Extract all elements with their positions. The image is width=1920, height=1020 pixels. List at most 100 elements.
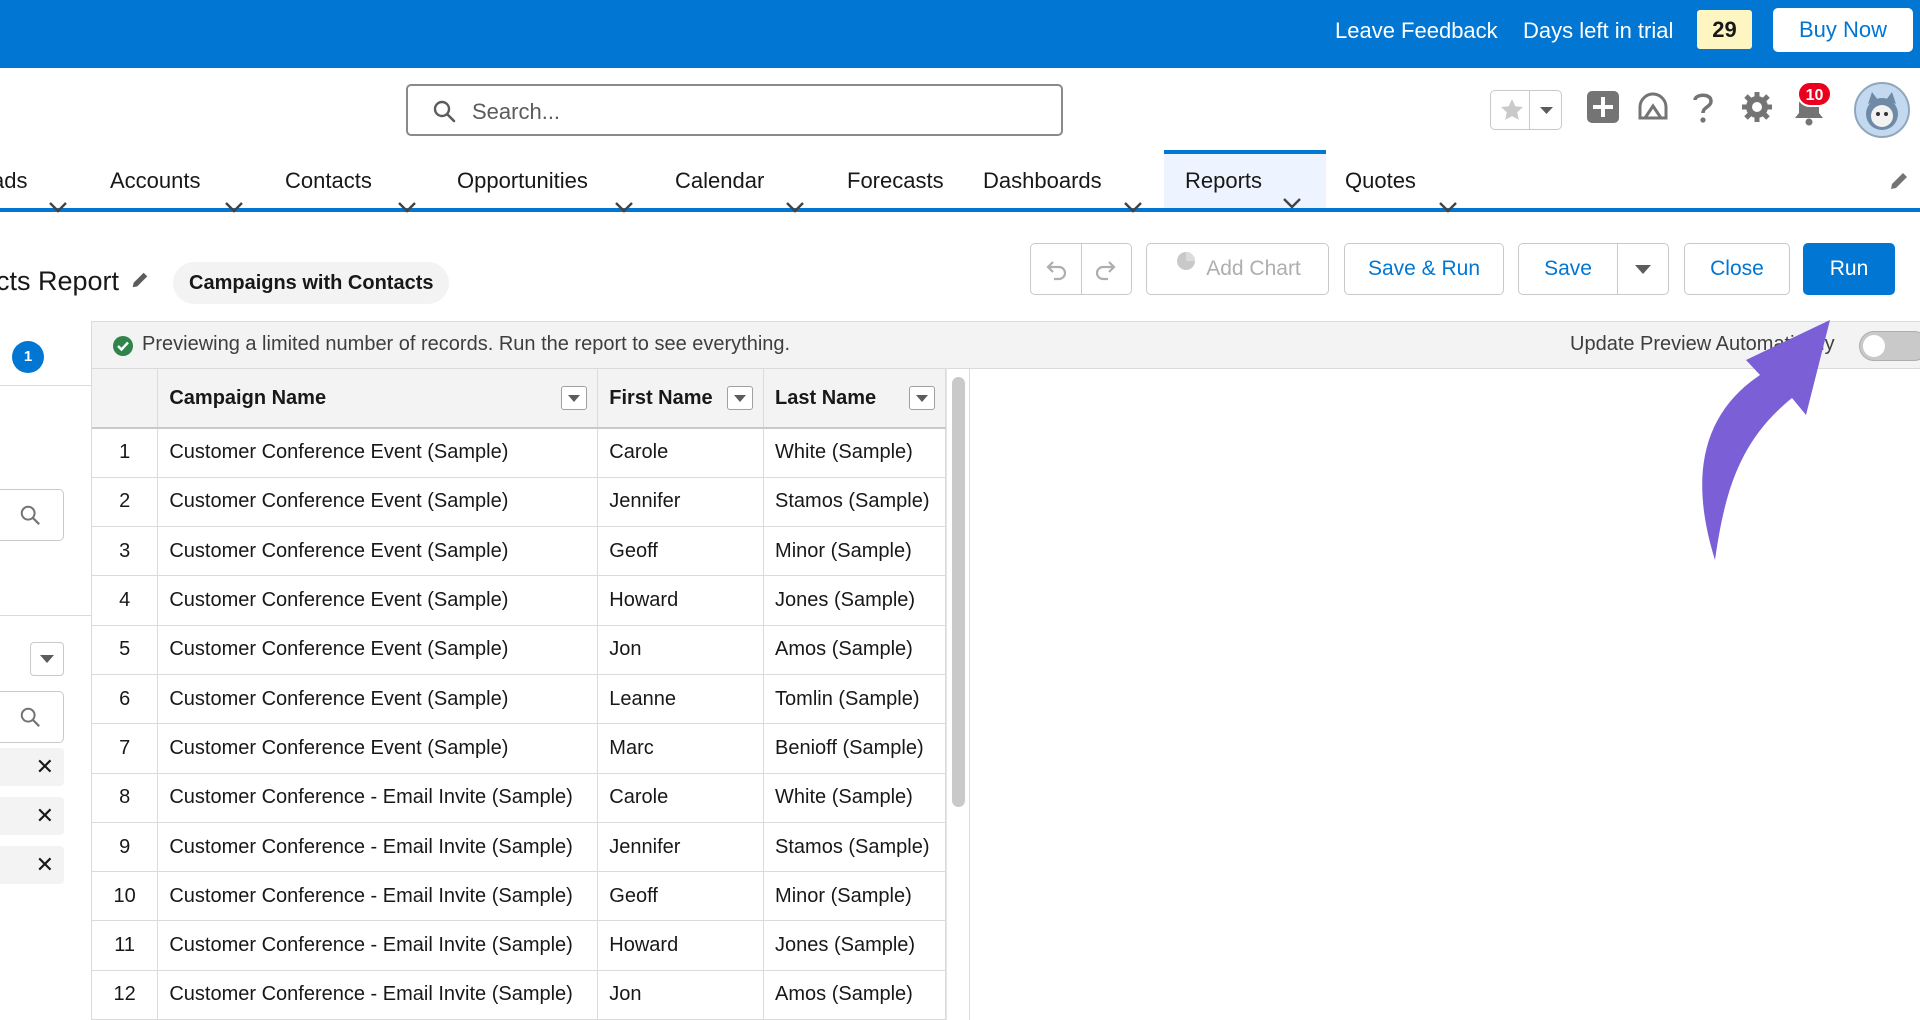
row-number: 7 — [92, 723, 159, 774]
column-header-campaign-name[interactable]: Campaign Name — [157, 369, 599, 429]
close-icon: ✕ — [35, 803, 54, 828]
first-name-cell: Marc — [597, 723, 765, 774]
redo-icon[interactable] — [1094, 257, 1118, 286]
chevron-down-icon[interactable] — [614, 175, 634, 237]
nav-tab-dashboards[interactable]: Dashboards — [983, 150, 1142, 213]
annotation-arrow — [1702, 320, 1830, 560]
nav-tab-quotes[interactable]: Quotes — [1345, 150, 1457, 213]
campaign-name-cell: Customer Conference Event (Sample) — [157, 428, 599, 478]
leave-feedback-link[interactable]: Leave Feedback — [1335, 18, 1498, 44]
global-search-input[interactable]: Search... — [406, 84, 1063, 136]
last-name-cell: Benioff (Sample) — [763, 723, 946, 774]
nav-tab-leads[interactable]: ads — [0, 150, 67, 213]
row-number: 10 — [92, 871, 159, 922]
chevron-down-icon[interactable] — [1438, 175, 1458, 237]
save-button[interactable]: Save — [1518, 243, 1618, 295]
table-row: 6 Customer Conference Event (Sample) Leann… — [92, 674, 946, 725]
chevron-down-icon[interactable] — [1123, 175, 1143, 237]
star-icon[interactable] — [1499, 97, 1525, 128]
table-row: 10 Customer Conference - Email Invite (Sa… — [92, 871, 946, 922]
success-check-icon — [112, 335, 134, 362]
trailhead-icon[interactable] — [1636, 90, 1670, 129]
table-row: 8 Customer Conference - Email Invite (Sam… — [92, 773, 946, 823]
sidebar-dropdown-button[interactable] — [30, 642, 64, 676]
search-icon — [432, 99, 456, 128]
run-button[interactable]: Run — [1803, 243, 1895, 295]
nav-tab-reports[interactable]: Reports — [1164, 150, 1326, 209]
divider — [0, 615, 92, 616]
chevron-down-icon[interactable] — [48, 175, 68, 237]
first-name-cell: Howard — [597, 920, 765, 971]
last-name-cell: Amos (Sample) — [763, 625, 946, 675]
first-name-cell: Geoff — [597, 526, 765, 577]
last-name-cell: Tomlin (Sample) — [763, 674, 946, 725]
row-number: 5 — [92, 625, 159, 675]
first-name-cell: Carole — [597, 428, 765, 478]
row-number: 1 — [92, 428, 159, 478]
last-name-cell: Jones (Sample) — [763, 920, 946, 971]
favorites-menu-chevron-down-icon[interactable] — [1529, 91, 1562, 129]
days-left-count: 29 — [1697, 10, 1752, 49]
nav-tab-label: Accounts — [110, 168, 201, 193]
column-menu-chevron-down-icon[interactable] — [909, 386, 935, 410]
nav-tab-forecasts[interactable]: Forecasts — [847, 150, 944, 208]
add-chart-button[interactable]: Add Chart — [1146, 243, 1329, 295]
update-preview-toggle[interactable] — [1859, 331, 1920, 361]
campaign-name-cell: Customer Conference Event (Sample) — [157, 625, 599, 675]
toggle-knob — [1863, 335, 1885, 357]
field-chip-remove[interactable]: ✕ — [0, 846, 64, 884]
last-name-cell: White (Sample) — [763, 773, 946, 823]
field-chip-remove[interactable]: ✕ — [0, 797, 64, 835]
nav-tab-label: ads — [0, 168, 28, 193]
nav-tab-accounts[interactable]: Accounts — [110, 150, 243, 213]
last-name-cell: Stamos (Sample) — [763, 477, 946, 528]
close-icon: ✕ — [35, 852, 54, 877]
column-header-last-name[interactable]: Last Name — [763, 369, 946, 429]
nav-tab-label: Forecasts — [847, 168, 944, 193]
row-number: 8 — [92, 773, 159, 823]
user-avatar[interactable] — [1854, 82, 1910, 138]
undo-icon[interactable] — [1044, 257, 1068, 286]
row-number: 2 — [92, 477, 159, 528]
trial-banner: Leave Feedback Days left in trial 29 Buy… — [0, 0, 1920, 68]
settings-gear-icon[interactable] — [1740, 90, 1774, 129]
edit-nav-pencil-icon[interactable] — [1888, 170, 1910, 197]
sidebar-search-input[interactable] — [0, 489, 64, 541]
row-number-header — [92, 369, 159, 429]
add-chart-label: Add Chart — [1206, 257, 1301, 280]
search-icon — [19, 706, 41, 733]
first-name-cell: Carole — [597, 773, 765, 823]
column-header-first-name[interactable]: First Name — [597, 369, 765, 429]
close-icon: ✕ — [35, 754, 54, 779]
save-and-run-button[interactable]: Save & Run — [1344, 243, 1504, 295]
column-menu-chevron-down-icon[interactable] — [727, 386, 754, 410]
preview-message: Previewing a limited number of records. … — [142, 333, 791, 355]
field-chip-remove[interactable]: ✕ — [0, 748, 64, 786]
table-scrollbar[interactable] — [946, 369, 970, 1020]
campaign-name-cell: Customer Conference - Email Invite (Samp… — [157, 920, 599, 971]
divider — [0, 385, 92, 386]
nav-tab-calendar[interactable]: Calendar — [675, 150, 804, 213]
first-name-cell: Jennifer — [597, 822, 765, 873]
chevron-down-icon — [1633, 259, 1653, 282]
help-icon[interactable] — [1688, 90, 1718, 129]
edit-title-pencil-icon[interactable] — [130, 270, 150, 295]
nav-tab-opportunities[interactable]: Opportunities — [457, 150, 633, 213]
close-button[interactable]: Close — [1684, 243, 1790, 295]
chevron-down-icon[interactable] — [397, 175, 417, 237]
table-row: 2 Customer Conference Event (Sample) Jenni… — [92, 477, 946, 528]
buy-now-button[interactable]: Buy Now — [1773, 8, 1913, 52]
save-menu-button[interactable] — [1617, 243, 1669, 295]
scrollbar-thumb[interactable] — [952, 377, 965, 807]
first-name-cell: Leanne — [597, 674, 765, 725]
table-row: 12 Customer Conference - Email Invite (Sa… — [92, 970, 946, 1020]
chevron-down-icon[interactable] — [1282, 175, 1302, 229]
chevron-down-icon[interactable] — [785, 175, 805, 237]
global-actions-plus-icon[interactable] — [1586, 90, 1620, 129]
column-menu-chevron-down-icon[interactable] — [561, 386, 588, 410]
row-number: 6 — [92, 674, 159, 725]
chevron-down-icon[interactable] — [224, 175, 244, 237]
nav-tab-contacts[interactable]: Contacts — [285, 150, 416, 213]
sidebar-field-search-input[interactable] — [0, 691, 64, 743]
report-builder-sidebar: 1 ✕ ✕ ✕ — [0, 321, 92, 1020]
